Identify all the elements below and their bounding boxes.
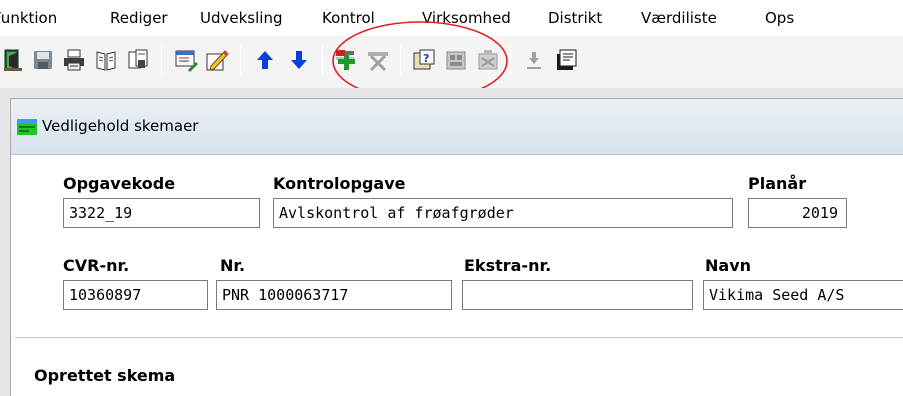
- planaar-label: Planår: [748, 174, 807, 193]
- menu-virksomhed[interactable]: Virksomhed: [422, 9, 511, 27]
- nr-label: Nr.: [220, 256, 246, 275]
- form-window: Vedligehold skemaer Opgavekode Kontrolop…: [10, 98, 903, 396]
- menu-ops[interactable]: Ops: [765, 9, 794, 27]
- report-icon[interactable]: [444, 48, 468, 72]
- toolbar: ?: [0, 36, 903, 88]
- save-icon[interactable]: [31, 48, 55, 72]
- toolbar-separator: [161, 45, 162, 75]
- kontrolopgave-field[interactable]: Avlskontrol af frøafgrøder: [273, 198, 733, 228]
- help-query-icon[interactable]: ?: [412, 48, 436, 72]
- copy-document-icon[interactable]: [126, 48, 150, 72]
- toolbar-separator: [400, 45, 401, 75]
- notes-icon[interactable]: [554, 48, 578, 72]
- delete-row-icon[interactable]: [366, 48, 390, 72]
- menu-rediger[interactable]: Rediger: [110, 9, 168, 27]
- opgavekode-field[interactable]: 3322_19: [63, 198, 260, 228]
- ekstra-nr-label: Ekstra-nr.: [464, 256, 552, 275]
- menu-distrikt[interactable]: Distrikt: [548, 9, 602, 27]
- menu-funktion[interactable]: Funktion: [0, 9, 57, 27]
- nr-field[interactable]: PNR 1000063717: [216, 280, 452, 310]
- toolbar-separator: [322, 45, 323, 75]
- menu-bar: Funktion Rediger Udveksling Kontrol Virk…: [0, 0, 903, 36]
- workspace-area: Vedligehold skemaer Opgavekode Kontrolop…: [0, 88, 903, 396]
- window-title: Vedligehold skemaer: [42, 117, 199, 135]
- cvr-label: CVR-nr.: [63, 256, 130, 275]
- edit-form-icon[interactable]: [174, 48, 198, 72]
- section-divider: [15, 337, 903, 338]
- section-title: Oprettet skema: [34, 366, 176, 385]
- kontrolopgave-label: Kontrolopgave: [273, 174, 406, 193]
- svg-text:?: ?: [423, 52, 429, 65]
- arrow-down-icon[interactable]: [287, 48, 311, 72]
- edit-pencil-icon[interactable]: [205, 48, 229, 72]
- add-row-icon[interactable]: [334, 48, 358, 72]
- print-icon[interactable]: [62, 48, 86, 72]
- preview-icon[interactable]: [94, 48, 118, 72]
- export-icon[interactable]: [476, 48, 500, 72]
- window-titlebar: Vedligehold skemaer: [11, 99, 903, 155]
- menu-udveksling[interactable]: Udveksling: [200, 9, 282, 27]
- cvr-field[interactable]: 10360897: [63, 280, 208, 310]
- menu-kontrol[interactable]: Kontrol: [322, 9, 375, 27]
- toolbar-separator: [510, 45, 511, 75]
- form-window-icon: [17, 119, 37, 135]
- navn-label: Navn: [705, 256, 752, 275]
- toolbar-separator: [240, 45, 241, 75]
- exit-icon[interactable]: [1, 48, 25, 72]
- download-icon[interactable]: [522, 48, 546, 72]
- planaar-field[interactable]: 2019: [748, 198, 847, 228]
- ekstra-nr-field[interactable]: [462, 280, 693, 310]
- arrow-up-icon[interactable]: [253, 48, 277, 72]
- menu-vaerdiliste[interactable]: Værdiliste: [641, 9, 717, 27]
- opgavekode-label: Opgavekode: [63, 174, 176, 193]
- navn-field[interactable]: Vikima Seed A/S: [703, 280, 903, 310]
